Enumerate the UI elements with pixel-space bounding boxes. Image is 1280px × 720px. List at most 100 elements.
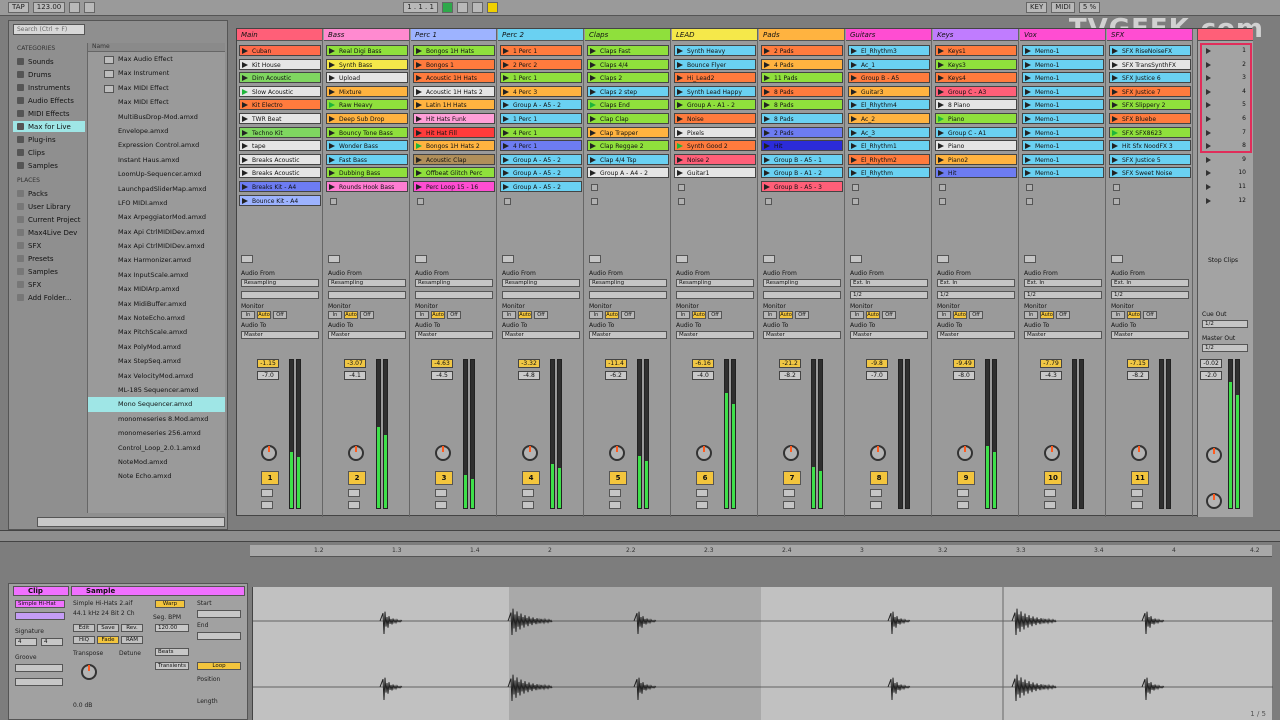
empty-clip-slot[interactable] [326,195,408,206]
clip-slot[interactable]: Keys3 [935,58,1017,70]
monitor-in-toggle[interactable]: In [589,311,603,319]
monitor-in-toggle[interactable]: In [850,311,864,319]
track-title[interactable]: Vox [1020,29,1105,41]
scene-launch-button[interactable]: 5 [1202,99,1250,110]
clip-stop-button[interactable] [850,255,862,263]
monitor-in-toggle[interactable]: In [763,311,777,319]
arm-button[interactable] [696,501,708,509]
monitor-off-toggle[interactable]: Off [360,311,374,319]
browser-folder-item[interactable]: Max MIDI Effect [88,81,225,95]
file-list-header[interactable]: Name [88,43,225,52]
solo-button[interactable] [435,489,447,497]
clip-slot[interactable]: Guitar3 [848,85,930,97]
browser-file-item[interactable]: Max ArpeggiatorMod.amxd [88,210,225,224]
audio-from-select[interactable]: Resampling [328,279,406,287]
browser-category-audio-effects[interactable]: Audio Effects [13,95,85,106]
track-volume-field[interactable]: -1.15 [257,359,279,368]
browser-category-drums[interactable]: Drums [13,69,85,80]
quantize-icon[interactable] [84,2,96,13]
track-pan-field[interactable]: -4.8 [518,371,540,380]
clip-slot[interactable]: Clap Reggae 2 [587,140,669,152]
monitor-off-toggle[interactable]: Off [969,311,983,319]
clip-slot[interactable]: 8 Pads [761,113,843,124]
clip-slot[interactable]: Group C - A3 [935,85,1017,97]
solo-button[interactable] [783,489,795,497]
loop-icon[interactable] [486,2,498,13]
clip-slot[interactable]: Group B - A5 - 1 [761,153,843,165]
arm-button[interactable] [783,501,795,509]
clip-slot[interactable]: El_Rhythm [848,167,930,179]
browser-file-item[interactable]: LFO MIDI.amxd [88,196,225,210]
empty-clip-slot[interactable] [587,195,669,206]
monitor-in-toggle[interactable]: In [937,311,951,319]
clip-slot[interactable]: SFX SFX8623 [1109,126,1191,138]
monitor-off-toggle[interactable]: Off [795,311,809,319]
browser-file-item[interactable]: Max NoteEcho.amxd [88,311,225,325]
clip-slot[interactable]: Bongos 1H Hats [413,45,495,56]
clip-slot[interactable]: Group C - A1 [935,126,1017,138]
track-activator-button[interactable]: 1 [261,471,279,485]
browser-file-item[interactable]: Max InputScale.amxd [88,268,225,282]
browser-file-item[interactable]: Max MIDI Effect [88,95,225,109]
monitor-in-toggle[interactable]: In [502,311,516,319]
browser-file-item[interactable]: Note Echo.amxd [88,469,225,483]
input-channel-select[interactable] [502,291,580,299]
clip-slot[interactable]: Hit Hat Fill [413,126,495,138]
clip-slot[interactable]: 4 Perc 1 [500,126,582,138]
groove-select[interactable] [15,664,63,672]
clip-slot[interactable]: Ac_1 [848,58,930,70]
signature-numerator[interactable]: 4 [15,638,37,646]
clip-slot[interactable]: Group A - A4 - 2 [587,167,669,179]
browser-file-item[interactable]: Max Harmonizer.amxd [88,253,225,267]
browser-place-max4live-dev[interactable]: Max4Live Dev [13,227,85,238]
clip-slot[interactable]: 4 Perc 1 [500,140,582,152]
hiq-toggle[interactable]: HiQ [73,636,95,644]
play-icon[interactable] [441,2,453,13]
edit-button[interactable]: Edit [73,624,95,632]
clip-stop-button[interactable] [676,255,688,263]
clip-slot[interactable]: Dubbing Bass [326,167,408,179]
clip-slot[interactable]: El_Rhythm4 [848,99,930,111]
clip-slot[interactable]: SFX Bluebe [1109,113,1191,124]
arm-button[interactable] [870,501,882,509]
clip-slot[interactable]: Breaks Acoustic [239,167,321,179]
clip-slot[interactable]: Pixels [674,126,756,138]
scene-launch-button[interactable]: 10 [1202,167,1250,178]
audio-to-select[interactable]: Master [763,331,841,339]
master-volume-field[interactable]: -0.02 [1200,359,1222,368]
clip-slot[interactable]: Claps 4/4 [587,58,669,70]
audio-from-select[interactable]: Ext. In [850,279,928,287]
browser-file-item[interactable]: LaunchpadSliderMap.amxd [88,182,225,196]
clip-slot[interactable]: Breaks Kit - A4 [239,181,321,192]
track-title[interactable]: Bass [324,29,409,41]
pan-knob[interactable] [609,445,625,461]
tempo-field[interactable]: 123.00 [32,2,66,13]
track-activator-button[interactable]: 9 [957,471,975,485]
audio-to-select[interactable]: Master [589,331,667,339]
input-channel-select[interactable]: 1/2 [1024,291,1102,299]
solo-button[interactable] [696,489,708,497]
clip-slot[interactable]: Memo-1 [1022,99,1104,111]
clip-slot[interactable]: 1 Perc 1 [500,45,582,56]
clip-slot[interactable]: Rounds Hook Bass [326,181,408,192]
solo-button[interactable] [609,489,621,497]
empty-clip-slot[interactable] [848,195,930,206]
pan-knob[interactable] [957,445,973,461]
clip-stop-button[interactable] [937,255,949,263]
clip-slot[interactable]: Acoustic Clap [413,153,495,165]
browser-file-item[interactable]: Envelope.amxd [88,124,225,138]
clip-slot[interactable]: Kit House [239,58,321,70]
empty-clip-slot[interactable] [848,181,930,192]
clip-slot[interactable]: tape [239,140,321,152]
browser-file-item[interactable]: Max MIDIArp.amxd [88,282,225,296]
clip-slot[interactable]: Memo-1 [1022,126,1104,138]
track-activator-button[interactable]: 6 [696,471,714,485]
browser-place-user-library[interactable]: User Library [13,201,85,212]
master-pan-knob[interactable] [1206,447,1222,463]
audio-to-select[interactable]: Master [1024,331,1102,339]
track-title[interactable]: Perc 2 [498,29,583,41]
browser-category-midi-effects[interactable]: MIDI Effects [13,108,85,119]
monitor-auto-toggle[interactable]: Auto [1127,311,1141,319]
browser-file-item[interactable]: LoomUp-Sequencer.amxd [88,167,225,181]
arm-button[interactable] [522,501,534,509]
